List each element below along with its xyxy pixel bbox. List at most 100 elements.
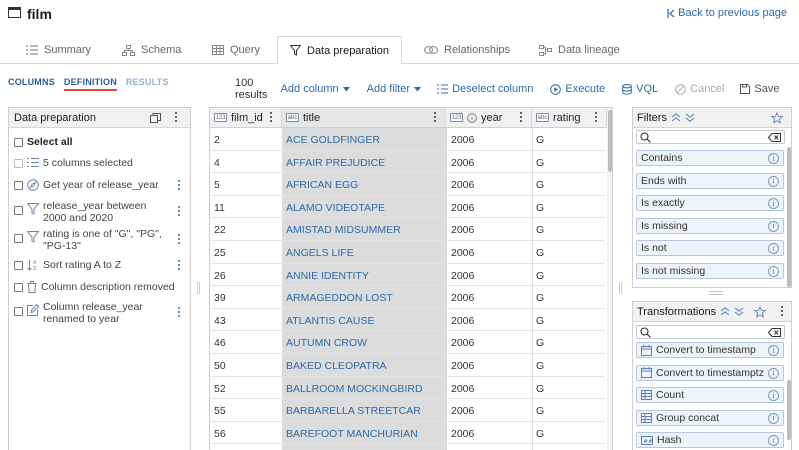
filter-item[interactable]: Contains i [636,150,784,166]
table-row[interactable]: 2006G [210,444,605,450]
info-icon[interactable]: i [768,367,779,379]
info-icon[interactable]: i [768,198,779,210]
panel-menu-icon[interactable] [777,306,787,316]
table-row[interactable]: 43 ATLANTIS CAUSE 2006 G [210,309,605,332]
column-header-year[interactable]: 123 year [446,108,532,128]
checkbox[interactable] [14,307,23,316]
tab-schema[interactable]: Schema [110,36,193,64]
star-icon[interactable] [771,112,783,124]
filters-scrollbar[interactable] [787,147,791,287]
info-icon[interactable]: i [768,153,779,164]
scrollbar-thumb[interactable] [608,110,612,172]
filter-item[interactable]: Is missing i [636,217,784,234]
execute-button[interactable]: Execute [550,83,605,95]
left-splitter-handle[interactable] [197,282,202,294]
subtab-definition[interactable]: DEFINITION [63,77,117,91]
filter-item[interactable]: Is not missing i [636,263,784,279]
minimize-icon[interactable] [150,113,161,123]
step-menu-icon[interactable] [174,180,184,190]
star-icon[interactable] [754,305,767,318]
info-icon[interactable]: i [768,412,779,424]
table-row[interactable]: 4 AFFAIR PREJUDICE 2006 G [210,151,605,174]
add-filter-button[interactable]: Add filter [367,83,422,95]
info-icon[interactable]: i [768,390,779,402]
table-row[interactable]: 55 BARBARELLA STREETCAR 2006 G [210,399,605,422]
table-row[interactable]: 2 ACE GOLDFINGER 2006 G [210,128,605,151]
checkbox[interactable] [14,181,23,190]
info-icon[interactable]: i [768,266,779,277]
step-release-year-between[interactable]: release_year between 2000 and 2020 [14,200,184,224]
column-menu-icon[interactable] [266,112,276,122]
column-header-film-id[interactable]: 123 film_id [210,108,282,128]
select-all-checkbox[interactable]: Select all [14,136,184,148]
save-button[interactable]: Save [740,83,780,95]
step-rating-is-one-of[interactable]: rating is one of "G", "PG", "PG-13" [14,228,184,252]
subtab-results[interactable]: RESULTS [126,77,169,91]
column-header-title[interactable]: abc title [282,108,446,128]
transformation-item[interactable]: Convert to timestamp i [636,342,784,358]
filter-item[interactable]: Is exactly i [636,195,784,212]
transformations-scrollbar[interactable] [787,380,791,440]
filters-search-input[interactable] [636,130,785,144]
add-column-button[interactable]: Add column [281,83,350,95]
tab-relationships[interactable]: Relationships [412,36,522,64]
column-header-rating[interactable]: abc rating [532,108,607,128]
info-icon[interactable]: i [768,243,779,255]
column-menu-icon[interactable] [591,112,601,122]
transformation-item[interactable]: Group concat i [636,409,784,426]
expand-down-icon[interactable] [685,113,695,122]
step-sort-rating[interactable]: AZ Sort rating A to Z [14,259,184,271]
step-column-description-removed[interactable]: Column description removed [14,281,184,293]
table-row[interactable]: 46 AUTUMN CROW 2006 G [210,331,605,354]
info-icon[interactable]: i [768,345,779,356]
clear-input-icon[interactable] [768,328,781,337]
column-menu-icon[interactable] [516,112,526,122]
vql-button[interactable]: VQL [622,83,658,95]
transformation-item[interactable]: Convert to timestamptz i [636,364,784,381]
step-column-renamed[interactable]: Column release_year renamed to year [14,301,184,325]
tab-data-preparation[interactable]: Data preparation [277,36,402,65]
table-row[interactable]: 26 ANNIE IDENTITY 2006 G [210,264,605,287]
checkbox[interactable] [14,261,23,270]
filter-item[interactable]: Is not i [636,240,784,257]
table-row[interactable]: 52 BALLROOM MOCKINGBIRD 2006 G [210,377,605,400]
checkbox[interactable] [14,138,23,147]
info-icon[interactable]: i [768,435,779,447]
collapse-up-icon[interactable] [671,113,681,122]
table-row[interactable]: 5 AFRICAN EGG 2006 G [210,173,605,196]
info-icon[interactable]: i [768,175,779,187]
table-row[interactable]: 22 AMISTAD MIDSUMMER 2006 G [210,218,605,241]
step-menu-icon[interactable] [174,234,184,244]
checkbox[interactable] [14,159,23,168]
subtab-columns[interactable]: COLUMNS [8,77,55,91]
table-row[interactable]: 25 ANGELS LIFE 2006 G [210,241,605,264]
tab-query[interactable]: Query [200,36,272,64]
step-columns-selected[interactable]: 5 columns selected [14,157,184,169]
panel-menu-icon[interactable] [171,112,181,122]
checkbox[interactable] [14,283,23,292]
collapse-up-icon[interactable] [720,307,730,316]
grid-scrollbar[interactable] [607,108,612,450]
panel-splitter-handle[interactable] [709,291,723,295]
transformation-item[interactable]: ### Hash i [636,432,784,449]
step-menu-icon[interactable] [174,206,184,216]
cancel-button[interactable]: Cancel [675,83,724,95]
step-menu-icon[interactable] [174,260,184,270]
deselect-column-button[interactable]: Deselect column [437,83,533,95]
column-menu-icon[interactable] [430,112,440,122]
tab-summary[interactable]: Summary [14,36,103,64]
transformation-item[interactable]: Count i [636,387,784,404]
table-row[interactable]: 39 ARMAGEDDON LOST 2006 G [210,286,605,309]
table-row[interactable]: 11 ALAMO VIDEOTAPE 2006 G [210,196,605,219]
clear-input-icon[interactable] [768,133,781,142]
transformations-search-input[interactable] [636,325,785,339]
step-menu-icon[interactable] [174,307,184,317]
info-icon[interactable]: i [768,220,779,232]
checkbox[interactable] [14,206,23,215]
expand-down-icon[interactable] [734,307,744,316]
step-get-year[interactable]: Get year of release_year [14,179,184,191]
right-splitter-handle[interactable] [619,282,624,294]
checkbox[interactable] [14,234,23,243]
filter-item[interactable]: Ends with i [636,172,784,189]
tab-data-lineage[interactable]: Data lineage [527,36,632,64]
